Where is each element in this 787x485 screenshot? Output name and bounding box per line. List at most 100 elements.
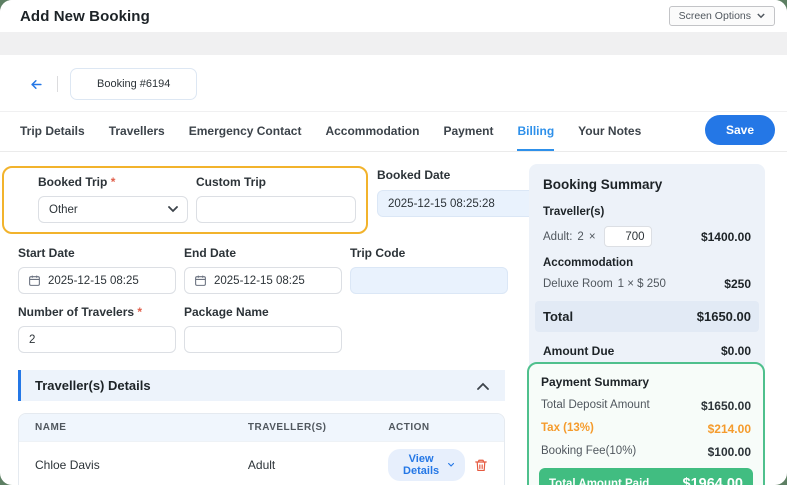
table-row: Chloe Davis Adult View Details (19, 441, 504, 485)
view-details-button[interactable]: View Details (388, 449, 465, 481)
billing-tab-content: Booked Trip * Other Custom Trip Booked D… (0, 152, 787, 485)
total-label: Total (543, 309, 574, 324)
end-date-input[interactable] (184, 267, 342, 294)
total-value: $1650.00 (696, 309, 751, 324)
payment-summary-panel: Payment Summary Total Deposit Amount $16… (527, 362, 765, 485)
num-travelers-field: Number of Travelers * (18, 305, 176, 353)
add-new-booking-page: Add New Booking Screen Options Booking #… (0, 0, 787, 485)
page-header: Add New Booking Screen Options (0, 0, 787, 32)
required-marker: * (137, 305, 143, 319)
deposit-value: $1650.00 (700, 399, 751, 413)
accommodation-line: Deluxe Room 1 × $ 250 $250 (543, 277, 751, 291)
tax-label: Tax (13%) (541, 422, 594, 434)
tabs-bar: Trip Details Travellers Emergency Contac… (0, 112, 787, 152)
calendar-icon (194, 274, 207, 287)
booking-fee-row: Booking Fee(10%) $100.00 (541, 445, 751, 459)
required-marker: * (110, 175, 116, 189)
num-travelers-input[interactable] (18, 326, 176, 353)
row-actions: View Details (388, 449, 488, 481)
booking-number: Booking #6194 (97, 78, 171, 90)
amount-due-label: Amount Due (543, 344, 615, 358)
tab-billing[interactable]: Billing (517, 112, 555, 151)
booked-date-field: Booked Date (377, 166, 535, 217)
traveller-type: Adult (247, 458, 276, 472)
package-name-label: Package Name (184, 305, 269, 319)
custom-trip-label: Custom Trip (196, 175, 267, 189)
accommodation-qty: Deluxe Room 1 × $ 250 (543, 278, 666, 290)
tab-trip-details[interactable]: Trip Details (20, 112, 85, 151)
adult-qty: Adult: 2 × (543, 226, 652, 247)
end-date-field: End Date (184, 246, 342, 294)
total-paid-value: $1964.00 (682, 476, 743, 485)
package-name-field: Package Name (184, 305, 342, 353)
trip-code-input (350, 267, 508, 294)
traveller-name: Chloe Davis (35, 458, 100, 472)
page-title: Add New Booking (20, 7, 150, 25)
column-name: NAME (35, 422, 67, 433)
form-row-2: Start Date End Date (18, 246, 508, 294)
tax-row: Tax (13%) $214.00 (541, 422, 751, 436)
booked-date-input (377, 190, 535, 217)
start-date-value[interactable] (48, 274, 166, 287)
screen-options-button[interactable]: Screen Options (668, 6, 775, 26)
tabs: Trip Details Travellers Emergency Contac… (20, 112, 641, 151)
tab-accommodation[interactable]: Accommodation (325, 112, 419, 151)
total-paid-label: Total Amount Paid (549, 478, 650, 485)
chevron-down-icon (757, 13, 765, 19)
payment-summary-title: Payment Summary (541, 375, 650, 389)
amount-due-value: $0.00 (720, 344, 751, 358)
accommodation-heading: Accommodation (543, 257, 634, 269)
tax-value: $214.00 (707, 422, 751, 436)
billing-form: Booked Trip * Other Custom Trip Booked D… (2, 166, 535, 485)
save-button[interactable]: Save (704, 115, 775, 145)
column-traveller: TRAVELLER(S) (247, 422, 327, 433)
travellers-details-title: Traveller(s) Details (35, 378, 151, 393)
booking-fee-label: Booking Fee(10%) (541, 445, 637, 457)
package-name-input[interactable] (184, 326, 342, 353)
travellers-table: NAME TRAVELLER(S) ACTION Chloe Davis Adu… (18, 413, 505, 485)
booked-trip-label: Booked Trip * (38, 175, 116, 189)
tab-travellers[interactable]: Travellers (109, 112, 165, 151)
total-amount-paid-row: Total Amount Paid $1964.00 (539, 468, 753, 485)
booking-toolbar: Booking #6194 (0, 55, 787, 112)
tab-your-notes[interactable]: Your Notes (578, 112, 641, 151)
booking-fee-value: $100.00 (707, 445, 751, 459)
background-band (0, 32, 787, 55)
booked-trip-field: Booked Trip * Other (38, 175, 188, 223)
custom-trip-field: Custom Trip (196, 175, 356, 223)
amount-due-row: Amount Due $0.00 (543, 344, 751, 358)
booking-summary-title: Booking Summary (543, 177, 663, 192)
custom-trip-input[interactable] (196, 196, 356, 223)
booked-trip-value: Other (49, 203, 78, 216)
back-button[interactable] (28, 77, 45, 92)
travellers-details-header[interactable]: Traveller(s) Details (18, 370, 505, 401)
adult-price-input[interactable] (603, 226, 652, 247)
booking-summary-panel: Booking Summary Traveller(s) Adult: 2 × … (529, 164, 765, 372)
travellers-table-header: NAME TRAVELLER(S) ACTION (19, 414, 504, 441)
form-row-1: Booked Trip * Other Custom Trip Booked D… (2, 166, 535, 234)
booking-number-field[interactable]: Booking #6194 (70, 68, 198, 100)
start-date-label: Start Date (18, 246, 75, 260)
delete-traveller-icon[interactable] (474, 458, 488, 473)
arrow-left-icon (28, 77, 45, 92)
booked-trip-select[interactable]: Other (38, 196, 188, 223)
booked-date-label: Booked Date (377, 168, 451, 182)
tab-emergency-contact[interactable]: Emergency Contact (189, 112, 302, 151)
adult-line: Adult: 2 × $1400.00 (543, 226, 751, 247)
deposit-row: Total Deposit Amount $1650.00 (541, 399, 751, 413)
accommodation-total: $250 (724, 277, 751, 291)
highlighted-fields-group: Booked Trip * Other Custom Trip (2, 166, 368, 234)
start-date-input[interactable] (18, 267, 176, 294)
screen-options-label: Screen Options (678, 10, 751, 22)
form-row-3: Number of Travelers * Package Name (18, 305, 505, 353)
start-date-field: Start Date (18, 246, 176, 294)
chevron-up-icon[interactable] (477, 382, 489, 390)
deposit-label: Total Deposit Amount (541, 399, 650, 411)
tab-payment[interactable]: Payment (443, 112, 493, 151)
chevron-down-icon (168, 206, 178, 213)
trip-code-label: Trip Code (350, 246, 406, 260)
end-date-value[interactable] (214, 274, 332, 287)
trip-code-field: Trip Code (350, 246, 508, 294)
num-travelers-label: Number of Travelers * (18, 305, 143, 319)
travellers-heading: Traveller(s) (543, 206, 605, 218)
